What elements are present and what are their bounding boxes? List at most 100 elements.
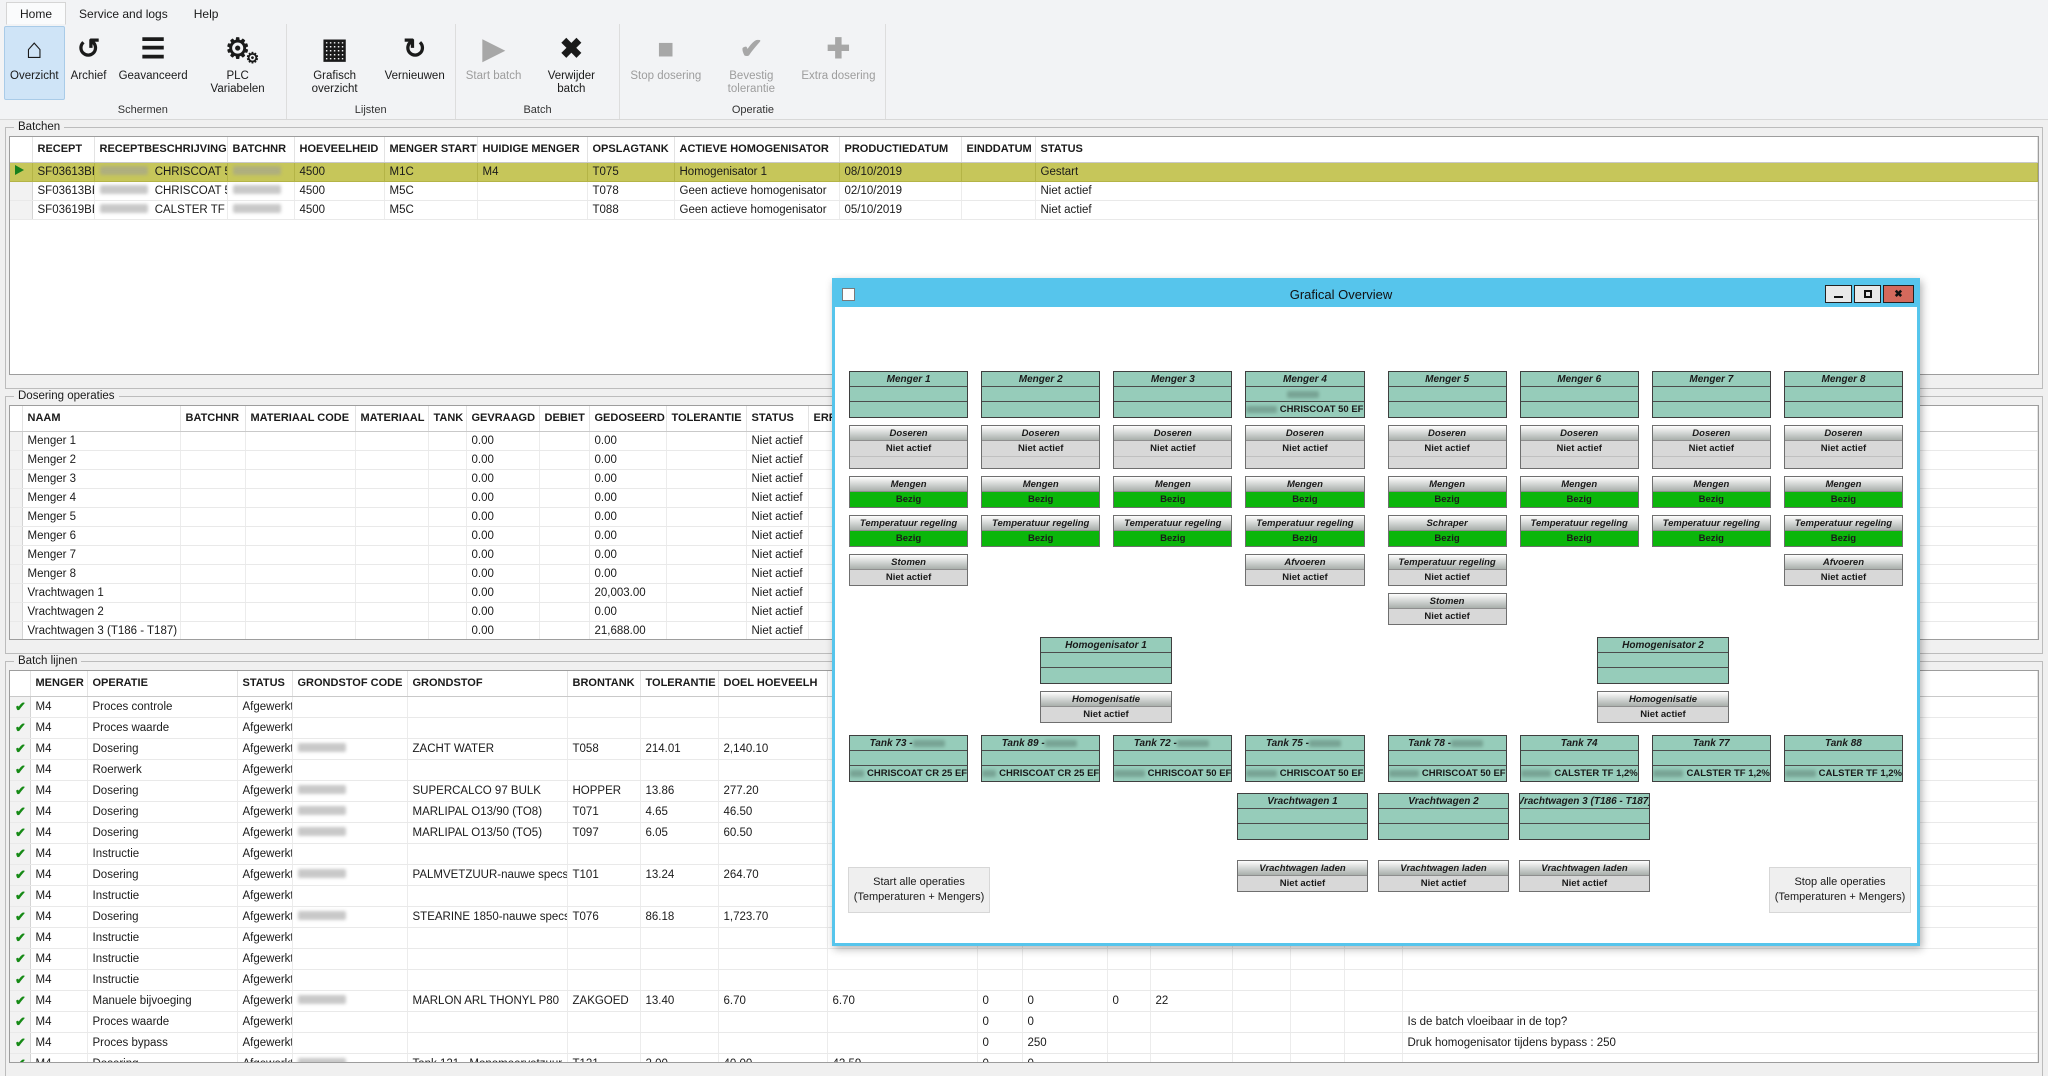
cell (961, 162, 1035, 181)
tab-service-and-logs[interactable]: Service and logs (66, 3, 181, 24)
table-row[interactable]: SF03613BE CHRISCOAT 50 EF4500M5CT078Geen… (10, 181, 2038, 200)
geavanceerd-button[interactable]: ☰Geavanceerd (113, 26, 194, 100)
tab-home[interactable]: Home (6, 2, 66, 25)
batchen-group-title: Batchen (14, 121, 64, 133)
cell (292, 822, 407, 843)
table-row[interactable]: ✔M4Proces waardeAfgewerkt00Is de batch v… (10, 1011, 2038, 1032)
maximize-button[interactable] (1854, 285, 1881, 303)
redacted-text (298, 785, 346, 794)
schraper-status-box: SchraperBezig (1388, 515, 1507, 547)
cell: M5C (384, 200, 477, 219)
cell (180, 602, 245, 621)
cell (245, 450, 355, 469)
operation-status: Bezig (1653, 492, 1770, 507)
ribbon-group-lijsten: ▦Grafisch overzicht↻VernieuwenLijsten (287, 24, 456, 119)
archief-button[interactable]: ↺Archief (65, 26, 113, 100)
cell: Is de batch vloeibaar in de top? (1402, 1011, 2038, 1032)
cell (292, 696, 407, 717)
panel-line (1238, 824, 1367, 839)
stop-all-operations-button[interactable]: Stop alle operaties (Temperaturen + Meng… (1769, 867, 1911, 913)
minimize-button[interactable] (1825, 285, 1852, 303)
operation-extra-row (1785, 456, 1902, 468)
completed-check-icon: ✔ (15, 741, 26, 756)
cell: Manuele bijvoeging (87, 990, 237, 1011)
extra-dosering-button[interactable]: ✚Extra dosering (795, 26, 881, 100)
start-batch-button[interactable]: ▶Start batch (460, 26, 528, 100)
window-titlebar[interactable]: Grafical Overview ✖ (835, 281, 1917, 307)
redacted-text (1389, 770, 1419, 777)
cell (539, 526, 589, 545)
menger-3-column: Menger 3DoserenNiet actiefMengenBezigTem… (1113, 371, 1232, 625)
cell: Menger 7 (22, 545, 180, 564)
plc-variabelen-button[interactable]: ⚙⚙PLC Variabelen (194, 26, 282, 100)
tab-help[interactable]: Help (181, 3, 232, 24)
cell (718, 948, 827, 969)
cell: Dosering (87, 780, 237, 801)
tank-panel: Tank 75 - CHRISCOAT 50 EF (1245, 735, 1364, 782)
cell: 02/10/2019 (839, 181, 961, 200)
cell: SF03613BE (32, 162, 94, 181)
operation-label: Temperatuur regeling (1785, 516, 1902, 531)
table-row[interactable]: ✔M4Manuele bijvoegingAfgewerktMARLON ARL… (10, 990, 2038, 1011)
column-header: GEVRAAGD (466, 406, 539, 431)
grafisch-overzicht-button[interactable]: ▦Grafisch overzicht (291, 26, 379, 100)
cell: Afgewerkt (237, 864, 292, 885)
cell (539, 469, 589, 488)
cell (180, 564, 245, 583)
cell (1232, 1053, 1290, 1063)
temperatuur-regeling-status-box: Temperatuur regelingBezig (849, 515, 968, 547)
bevestig-tolerantie-button[interactable]: ✔Bevestig tolerantie (707, 26, 795, 100)
stop-dosering-button[interactable]: ■Stop dosering (624, 26, 707, 100)
cell: 6.70 (827, 990, 977, 1011)
panel-line (1041, 653, 1171, 668)
table-row[interactable]: ✔M4InstructieAfgewerkt (10, 969, 2038, 990)
homogenisator-1-panel: Homogenisator 1HomogenisatieNiet actief (1040, 637, 1172, 723)
ribbon-group-label: Operatie (624, 103, 881, 119)
cell: T088 (587, 200, 674, 219)
verwijder-batch-button[interactable]: ✖Verwijder batch (527, 26, 615, 100)
table-row[interactable]: SF03613BE CHRISCOAT 50 EF4500M1CM4T075Ho… (10, 162, 2038, 181)
cell (666, 583, 746, 602)
cell (245, 602, 355, 621)
cell (428, 602, 466, 621)
vrachtwagen-laden-status-box: Vrachtwagen ladenNiet actief (1378, 860, 1509, 892)
panel-line (1041, 668, 1171, 683)
redacted-text (1521, 770, 1552, 777)
cell: Menger 6 (22, 526, 180, 545)
operation-label: Mengen (850, 477, 967, 492)
cell (718, 759, 827, 780)
operation-label: Doseren (982, 426, 1099, 441)
cell: 2,140.10 (718, 738, 827, 759)
start-all-operations-button[interactable]: Start alle operaties (Temperaturen + Men… (848, 867, 990, 913)
cell (1344, 1011, 1402, 1032)
panel-line (1246, 751, 1363, 766)
cell: Dosering (87, 1053, 237, 1063)
gears-icon: ⚙⚙ (225, 28, 250, 70)
table-row[interactable]: SF03619BE CALSTER TF 1,6%4500M5CT088Geen… (10, 200, 2038, 219)
column-header (10, 671, 30, 696)
completed-check-icon: ✔ (15, 1056, 26, 1064)
dosering-group-title: Dosering operaties (14, 390, 119, 402)
tank-panel: Tank 73 - CHRISCOAT CR 25 EF (849, 735, 968, 782)
panel-title: Tank 88 (1785, 736, 1902, 751)
cell (961, 181, 1035, 200)
cell: Menger 2 (22, 450, 180, 469)
operation-status: Bezig (850, 492, 967, 507)
cell: T058 (567, 738, 640, 759)
table-row[interactable]: ✔M4DoseringAfgewerktTank 121 - Monomeerv… (10, 1053, 2038, 1063)
cell: 0.00 (589, 602, 666, 621)
cell (567, 717, 640, 738)
table-row[interactable]: ✔M4Proces bypassAfgewerkt0250Druk homoge… (10, 1032, 2038, 1053)
x-icon: ✖ (560, 28, 583, 70)
cell: 0.00 (589, 450, 666, 469)
close-button[interactable]: ✖ (1883, 285, 1914, 303)
overzicht-button[interactable]: ⌂Overzicht (4, 26, 65, 100)
table-row[interactable]: ✔M4InstructieAfgewerkt (10, 948, 2038, 969)
cell (428, 583, 466, 602)
column-header: RECEPTBESCHRIJVING (94, 137, 227, 162)
vernieuwen-button[interactable]: ↻Vernieuwen (379, 26, 451, 100)
cell (292, 801, 407, 822)
row-indicator-cell: ✔ (10, 738, 30, 759)
cell (718, 717, 827, 738)
ribbon-group-label: Batch (460, 103, 616, 119)
